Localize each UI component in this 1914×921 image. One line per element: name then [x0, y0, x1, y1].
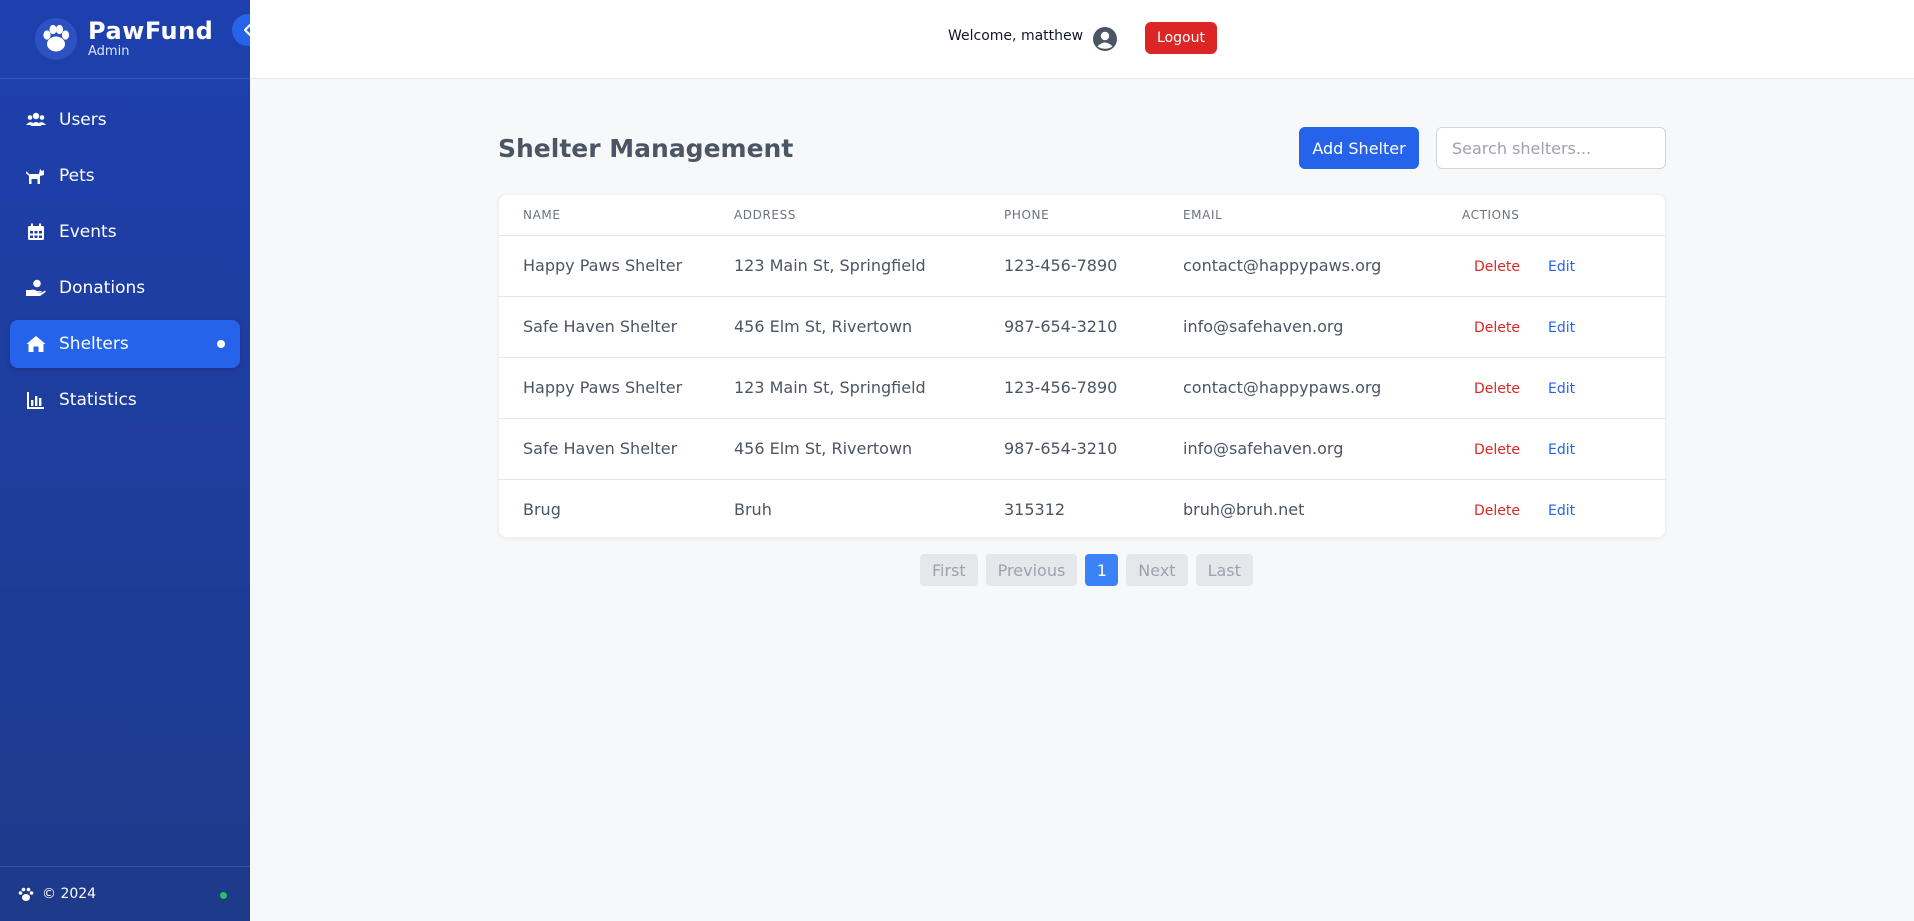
logout-button[interactable]: Logout	[1145, 22, 1217, 54]
active-indicator-dot	[217, 340, 225, 348]
edit-button[interactable]: Edit	[1548, 442, 1575, 458]
paw-logo-icon	[34, 17, 78, 61]
paw-icon	[18, 887, 34, 902]
cell-name: Happy Paws Shelter	[499, 357, 734, 419]
shelters-table: NAME ADDRESS PHONE EMAIL ACTIONS Happy P…	[498, 194, 1666, 538]
edit-button[interactable]: Edit	[1548, 381, 1575, 397]
brand-name: PawFund	[88, 17, 214, 45]
cell-phone: 123-456-7890	[1004, 235, 1183, 297]
bar-chart-icon	[25, 389, 47, 411]
pet-icon	[25, 165, 47, 187]
pagination-next-button[interactable]: Next	[1126, 554, 1188, 586]
sidebar: PawFund Admin Users Pets Events Donation…	[0, 0, 264, 921]
pagination-last-button[interactable]: Last	[1195, 554, 1253, 586]
cell-email: bruh@bruh.net	[1183, 500, 1305, 520]
sidebar-item-shelters[interactable]: Shelters	[10, 320, 240, 368]
cell-email: contact@happypaws.org	[1183, 235, 1462, 297]
cell-phone: 987-654-3210	[1004, 418, 1183, 480]
table-header-row: NAME ADDRESS PHONE EMAIL ACTIONS	[499, 195, 1665, 236]
column-header-address: ADDRESS	[734, 195, 1004, 236]
cell-email: contact@happypaws.org	[1183, 357, 1462, 419]
brand: PawFund Admin	[0, 0, 264, 79]
online-status-dot	[220, 892, 227, 899]
pagination: First Previous 1 Next Last	[920, 554, 1253, 586]
edit-button[interactable]: Edit	[1548, 503, 1575, 519]
sidebar-item-donations[interactable]: Donations	[10, 264, 240, 312]
cell-phone: 987-654-3210	[1004, 296, 1183, 358]
delete-button[interactable]: Delete	[1474, 442, 1520, 458]
welcome-text: Welcome, matthew	[948, 28, 1084, 44]
cell-name: Happy Paws Shelter	[499, 235, 734, 297]
pagination-previous-button[interactable]: Previous	[985, 554, 1078, 586]
cell-address: 123 Main St, Springfield	[734, 235, 1004, 297]
cell-phone: 315312	[1004, 500, 1066, 520]
sidebar-item-pets[interactable]: Pets	[10, 152, 240, 200]
cell-actions: Delete Edit	[1462, 418, 1665, 480]
column-header-actions: ACTIONS	[1462, 195, 1665, 236]
edit-button[interactable]: Edit	[1548, 320, 1575, 336]
cell-email: info@safehaven.org	[1183, 418, 1462, 480]
delete-button[interactable]: Delete	[1474, 381, 1520, 397]
delete-button[interactable]: Delete	[1474, 503, 1520, 519]
user-avatar-icon[interactable]	[1092, 26, 1118, 56]
cell-actions: Delete Edit	[1462, 479, 1665, 537]
cell-phone: 123-456-7890	[1004, 357, 1183, 419]
add-shelter-button[interactable]: Add Shelter	[1299, 127, 1419, 169]
donation-hand-icon	[25, 277, 47, 299]
delete-button[interactable]: Delete	[1474, 320, 1520, 336]
delete-button[interactable]: Delete	[1474, 259, 1520, 275]
copyright-text: © 2024	[42, 886, 97, 902]
users-icon	[25, 109, 47, 131]
cell-address: Bruh	[734, 500, 772, 520]
cell-email: info@safehaven.org	[1183, 296, 1462, 358]
sidebar-nav: Users Pets Events Donations Shelters Sta…	[0, 79, 250, 424]
table-row: Safe Haven Shelter 456 Elm St, Rivertown…	[499, 296, 1665, 358]
column-header-email: EMAIL	[1183, 195, 1462, 236]
sidebar-item-users[interactable]: Users	[10, 96, 240, 144]
table-row: Happy Paws Shelter 123 Main St, Springfi…	[499, 235, 1665, 297]
edit-button[interactable]: Edit	[1548, 259, 1575, 275]
sidebar-item-label: Users	[59, 110, 107, 130]
sidebar-item-statistics[interactable]: Statistics	[10, 376, 240, 424]
sidebar-item-label: Shelters	[59, 334, 129, 354]
sidebar-item-label: Donations	[59, 278, 146, 298]
cell-name: Safe Haven Shelter	[499, 418, 734, 480]
cell-address: 456 Elm St, Rivertown	[734, 418, 1004, 480]
table-row: Brug Bruh 315312 bruh@bruh.net Delete Edi…	[499, 479, 1665, 537]
page-title: Shelter Management	[498, 134, 794, 163]
sidebar-item-label: Events	[59, 222, 117, 242]
sidebar-item-events[interactable]: Events	[10, 208, 240, 256]
cell-address: 123 Main St, Springfield	[734, 357, 1004, 419]
brand-subtitle: Admin	[88, 44, 130, 59]
pagination-page-button[interactable]: 1	[1085, 554, 1119, 586]
top-bar: Welcome, matthew Logout	[250, 0, 1914, 79]
column-header-name: NAME	[499, 195, 734, 236]
cell-actions: Delete Edit	[1462, 235, 1665, 297]
sidebar-footer: © 2024	[0, 866, 250, 921]
cell-address: 456 Elm St, Rivertown	[734, 296, 1004, 358]
cell-name: Brug	[523, 500, 561, 520]
table-row: Safe Haven Shelter 456 Elm St, Rivertown…	[499, 418, 1665, 480]
pagination-first-button[interactable]: First	[920, 554, 978, 586]
cell-name: Safe Haven Shelter	[499, 296, 734, 358]
cell-actions: Delete Edit	[1462, 296, 1665, 358]
table-row: Happy Paws Shelter 123 Main St, Springfi…	[499, 357, 1665, 419]
sidebar-item-label: Statistics	[59, 390, 137, 410]
sidebar-item-label: Pets	[59, 166, 95, 186]
column-header-phone: PHONE	[1004, 195, 1183, 236]
cell-actions: Delete Edit	[1462, 357, 1665, 419]
home-icon	[25, 333, 47, 355]
search-input[interactable]	[1436, 127, 1666, 169]
calendar-icon	[25, 221, 47, 243]
